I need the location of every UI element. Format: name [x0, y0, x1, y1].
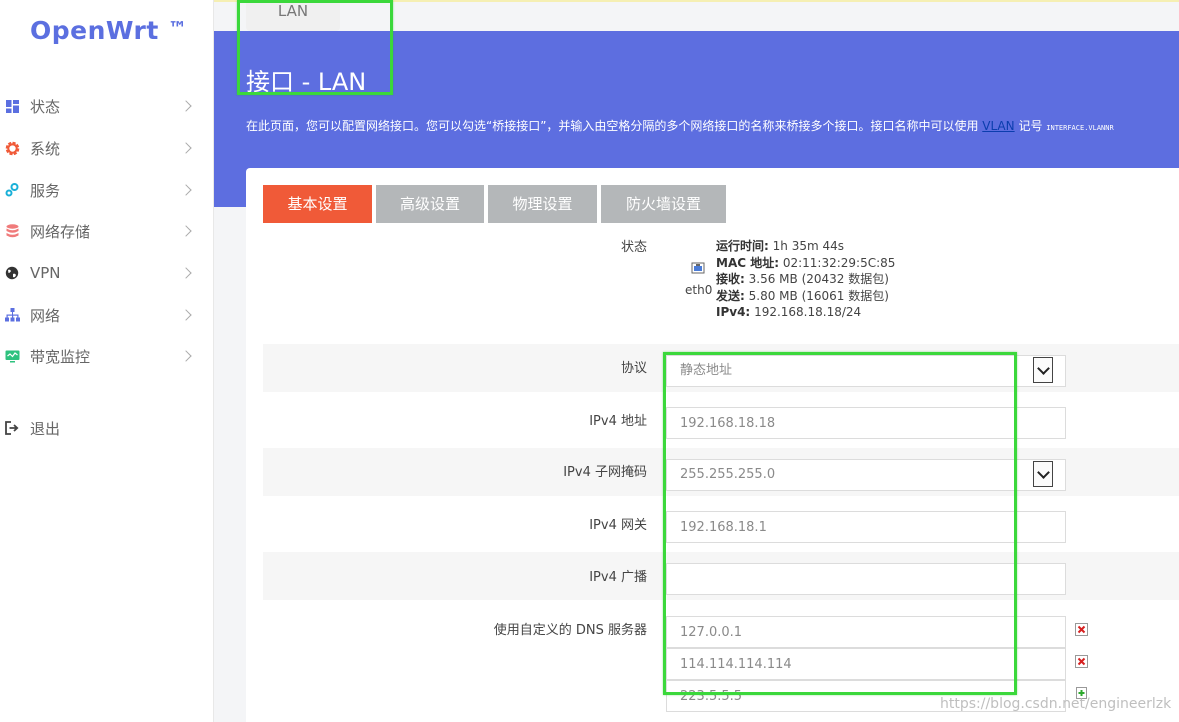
tab-advanced-settings[interactable]: 高级设置: [376, 185, 484, 223]
broadcast-input[interactable]: [666, 563, 1066, 595]
sidebar-item-status[interactable]: 状态: [0, 87, 214, 125]
dashboard-icon: [4, 98, 20, 114]
gear-icon: [4, 140, 20, 156]
sidebar-item-bandwidth[interactable]: 带宽监控: [0, 337, 214, 375]
device-name: eth0: [685, 283, 713, 297]
ipv4-address-label: IPv4 地址: [589, 414, 647, 429]
sidebar-item-label: 网络: [30, 306, 61, 325]
logout-label: 退出: [30, 419, 61, 438]
dns-input[interactable]: [666, 616, 1066, 648]
monitor-icon: [4, 348, 20, 364]
tab-basic-settings[interactable]: 基本设置: [263, 185, 372, 223]
broadcast-label: IPv4 广播: [589, 570, 647, 585]
status-label: 状态: [620, 240, 647, 255]
sidebar-item-vpn[interactable]: VPN: [0, 254, 214, 292]
sidebar-item-label: 状态: [30, 97, 61, 116]
chevron-right-icon: [180, 309, 192, 321]
remove-icon[interactable]: [1075, 623, 1088, 636]
network-icon: [4, 307, 20, 323]
chevron-right-icon: [180, 142, 192, 154]
gateway-input[interactable]: [666, 511, 1066, 543]
logout-icon: [4, 420, 20, 436]
sidebar-item-system[interactable]: 系统: [0, 129, 214, 167]
sidebar-item-label: 网络存储: [30, 222, 91, 241]
tab-firewall-settings[interactable]: 防火墙设置: [601, 185, 726, 223]
sidebar-item-label: 带宽监控: [30, 347, 91, 366]
netmask-select[interactable]: 255.255.255.0: [666, 459, 1066, 491]
tab-physical-settings[interactable]: 物理设置: [488, 185, 597, 223]
watermark: https://blog.csdn.net/engineerlzk: [940, 696, 1172, 712]
openwrt-logo[interactable]: OpenWrt ™: [30, 16, 188, 45]
chevron-right-icon: [180, 350, 192, 362]
chevron-down-icon[interactable]: [1033, 461, 1053, 487]
sidebar: OpenWrt ™ 状态 系统 服务 网络存储 VPN 网络 带宽监控 退出: [0, 0, 214, 722]
globe-icon: [4, 265, 20, 281]
logout-button[interactable]: 退出: [0, 409, 214, 447]
dns-label: 使用自定义的 DNS 服务器: [493, 623, 647, 638]
services-icon: [4, 182, 20, 198]
ethernet-port-icon: [691, 262, 705, 274]
sidebar-item-storage[interactable]: 网络存储: [0, 212, 214, 250]
dns-input[interactable]: [666, 648, 1066, 680]
ipv4-address-input[interactable]: [666, 407, 1066, 439]
sidebar-item-label: 系统: [30, 139, 61, 158]
page-description: 在此页面，您可以配置网络接口。您可以勾选“桥接接口”，并输入由空格分隔的多个网络…: [246, 119, 1114, 133]
protocol-select[interactable]: 静态地址: [666, 355, 1066, 387]
chevron-down-icon[interactable]: [1033, 357, 1053, 383]
netmask-label: IPv4 子网掩码: [563, 465, 647, 480]
gateway-label: IPv4 网关: [589, 518, 647, 533]
chevron-right-icon: [180, 184, 192, 196]
chevron-right-icon: [180, 267, 192, 279]
status-info: 运行时间: 1h 35m 44s MAC 地址: 02:11:32:29:5C:…: [716, 239, 896, 320]
chevron-right-icon: [180, 100, 192, 112]
tab-lan[interactable]: LAN: [246, 0, 340, 31]
remove-icon[interactable]: [1075, 655, 1088, 668]
chevron-right-icon: [180, 225, 192, 237]
database-icon: [4, 223, 20, 239]
sidebar-item-network[interactable]: 网络: [0, 296, 214, 334]
page-title: 接口 - LAN: [246, 68, 367, 96]
vlan-link[interactable]: VLAN: [982, 119, 1014, 133]
top-border: [214, 0, 1179, 2]
protocol-label: 协议: [620, 361, 647, 376]
sidebar-item-label: 服务: [30, 181, 61, 200]
sidebar-item-services[interactable]: 服务: [0, 171, 214, 209]
sidebar-item-label: VPN: [30, 264, 61, 282]
